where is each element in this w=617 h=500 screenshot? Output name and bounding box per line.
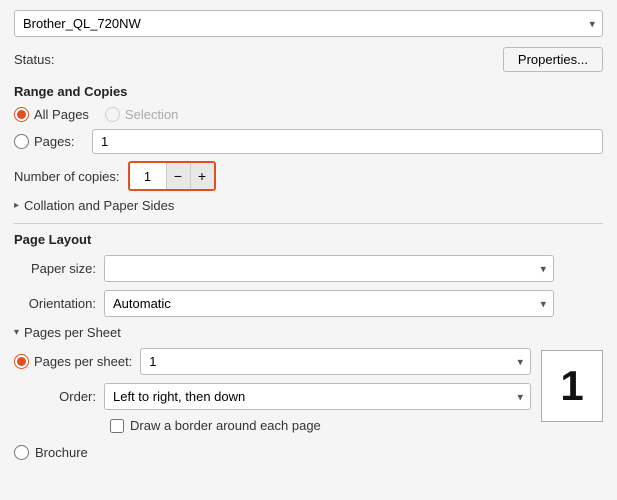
page-layout-section: Page Layout Paper size: ▾ Orientation: A…: [14, 232, 603, 460]
border-checkbox-row: Draw a border around each page: [14, 418, 531, 433]
pps-header-label: Pages per Sheet: [24, 325, 121, 340]
printer-select-wrap: Brother_QL_720NW ▾: [14, 10, 603, 37]
orientation-select-wrap: Automatic Portrait Landscape ▾: [104, 290, 554, 317]
paper-size-select-wrap: ▾: [104, 255, 554, 282]
orientation-select[interactable]: Automatic Portrait Landscape: [104, 290, 554, 317]
copies-row: Number of copies: − +: [14, 161, 603, 191]
selection-label: Selection: [125, 107, 178, 122]
range-copies-header: Range and Copies: [14, 84, 603, 99]
pages-radio[interactable]: [14, 134, 29, 149]
pps-radio[interactable]: [14, 354, 29, 369]
page-layout-header: Page Layout: [14, 232, 603, 247]
section-divider: [14, 223, 603, 224]
pps-fields: Pages per sheet: 1 2 4 6 9 16 ▾: [14, 348, 531, 441]
collation-row[interactable]: ▸ Collation and Paper Sides: [14, 198, 603, 213]
printer-select[interactable]: Brother_QL_720NW: [14, 10, 603, 37]
pages-label: Pages:: [34, 134, 84, 149]
orientation-label: Orientation:: [14, 296, 104, 311]
brochure-radio[interactable]: [14, 445, 29, 460]
collation-label: Collation and Paper Sides: [24, 198, 174, 213]
copies-spinbox: − +: [128, 161, 216, 191]
range-copies-section: Range and Copies All Pages Selection Pag…: [14, 84, 603, 213]
orientation-row: Orientation: Automatic Portrait Landscap…: [14, 290, 603, 317]
brochure-row: Brochure: [14, 445, 603, 460]
copies-decrement-button[interactable]: −: [166, 163, 190, 189]
page-preview: 1: [541, 350, 603, 422]
order-label: Order:: [14, 389, 104, 404]
pps-select-wrap: 1 2 4 6 9 16 ▾: [140, 348, 531, 375]
brochure-label: Brochure: [35, 445, 88, 460]
border-checkbox[interactable]: [110, 419, 124, 433]
copies-input[interactable]: [130, 166, 166, 187]
range-radio-row: All Pages Selection: [14, 107, 603, 122]
pps-select[interactable]: 1 2 4 6 9 16: [140, 348, 531, 375]
pages-radio-item[interactable]: Pages:: [14, 134, 84, 149]
pages-input[interactable]: [92, 129, 603, 154]
paper-size-label: Paper size:: [14, 261, 104, 276]
selection-radio: [105, 107, 120, 122]
all-pages-radio[interactable]: [14, 107, 29, 122]
order-select[interactable]: Left to right, then down Left to down, t…: [104, 383, 531, 410]
pps-expand-icon: ▾: [14, 327, 19, 338]
pages-row: Pages:: [14, 129, 603, 154]
pps-label: Pages per sheet:: [34, 354, 132, 369]
border-checkbox-label: Draw a border around each page: [130, 418, 321, 433]
all-pages-label: All Pages: [34, 107, 89, 122]
paper-size-select[interactable]: [104, 255, 554, 282]
pages-per-sheet-header[interactable]: ▾ Pages per Sheet: [14, 325, 603, 340]
status-row: Status: Properties...: [14, 47, 603, 72]
all-pages-option[interactable]: All Pages: [14, 107, 89, 122]
paper-size-row: Paper size: ▾: [14, 255, 603, 282]
collation-expand-icon: ▸: [14, 200, 19, 211]
order-select-wrap: Left to right, then down Left to down, t…: [104, 383, 531, 410]
print-dialog: Brother_QL_720NW ▾ Status: Properties...…: [0, 0, 617, 500]
printer-row: Brother_QL_720NW ▾: [14, 10, 603, 37]
copies-label: Number of copies:: [14, 169, 120, 184]
status-label: Status:: [14, 52, 54, 67]
copies-increment-button[interactable]: +: [190, 163, 214, 189]
selection-option[interactable]: Selection: [105, 107, 178, 122]
pps-field-row: Pages per sheet: 1 2 4 6 9 16 ▾: [14, 348, 531, 375]
pps-row-wrap: Pages per sheet: 1 2 4 6 9 16 ▾: [14, 348, 603, 441]
pps-radio-item[interactable]: Pages per sheet:: [14, 354, 140, 369]
order-row: Order: Left to right, then down Left to …: [14, 383, 531, 410]
properties-button[interactable]: Properties...: [503, 47, 603, 72]
